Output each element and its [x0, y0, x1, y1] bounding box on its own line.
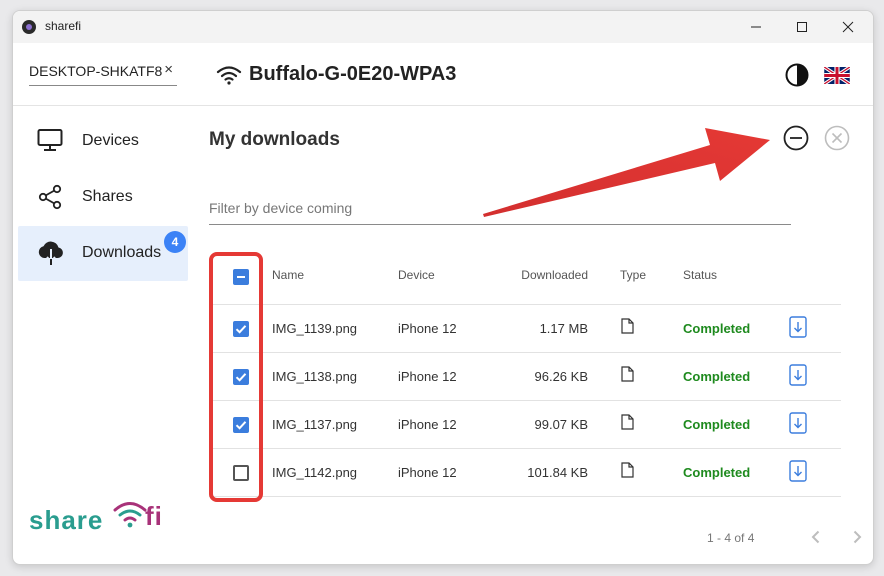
sidebar-item-devices[interactable]: Devices: [18, 114, 188, 169]
table-row: IMG_1138.png iPhone 12 96.26 KB Complete…: [209, 353, 841, 401]
open-download-icon[interactable]: [789, 316, 807, 338]
sidebar: Devices Shares Downloads 4 share fi: [13, 106, 193, 564]
column-header-status[interactable]: Status: [683, 268, 717, 282]
remove-selected-icon[interactable]: [783, 125, 809, 151]
uk-flag-icon[interactable]: [824, 67, 850, 84]
column-header-type[interactable]: Type: [620, 268, 646, 282]
file-device: iPhone 12: [398, 369, 457, 384]
file-downloaded-size: 96.26 KB: [534, 369, 589, 384]
sharefi-logo: share fi: [29, 501, 179, 541]
clear-device-icon[interactable]: ×: [164, 61, 173, 78]
logo-text-share: share: [29, 505, 104, 535]
file-type-icon: [621, 318, 634, 334]
maximize-button[interactable]: [779, 11, 825, 43]
file-status: Completed: [683, 369, 751, 384]
title-bar: sharefi: [13, 11, 873, 43]
top-bar: DESKTOP-SHKATF8 × Buffalo-G-0E20-WPA3: [13, 43, 873, 106]
table-row: IMG_1139.png iPhone 12 1.17 MB Completed: [209, 305, 841, 353]
file-status: Completed: [683, 417, 751, 432]
file-downloaded-size: 101.84 KB: [527, 465, 588, 480]
chevron-right-icon[interactable]: [848, 528, 866, 546]
checkbox-highlight-annotation: [209, 252, 263, 502]
device-name-value: DESKTOP-SHKATF8: [29, 63, 163, 79]
file-device: iPhone 12: [398, 321, 457, 336]
close-button[interactable]: [825, 11, 871, 43]
open-download-icon[interactable]: [789, 412, 807, 434]
file-name: IMG_1137.png: [272, 417, 358, 432]
chevron-left-icon[interactable]: [807, 528, 825, 546]
file-type-icon: [621, 462, 634, 478]
minimize-button[interactable]: [733, 11, 779, 43]
open-download-icon[interactable]: [789, 364, 807, 386]
wifi-icon: [216, 66, 242, 85]
sidebar-item-label: Shares: [82, 188, 133, 205]
file-status: Completed: [683, 465, 751, 480]
file-device: iPhone 12: [398, 465, 457, 480]
clear-all-icon[interactable]: [824, 125, 850, 151]
page-title: My downloads: [209, 129, 340, 150]
pagination-range: 1 - 4 of 4: [707, 531, 755, 545]
sidebar-item-downloads[interactable]: Downloads 4: [18, 226, 188, 281]
sidebar-item-shares[interactable]: Shares: [18, 170, 188, 225]
table-row: IMG_1142.png iPhone 12 101.84 KB Complet…: [209, 449, 841, 497]
open-download-icon[interactable]: [789, 460, 807, 482]
table-row: IMG_1137.png iPhone 12 99.07 KB Complete…: [209, 401, 841, 449]
close-icon: [842, 21, 854, 33]
file-name: IMG_1139.png: [272, 321, 358, 336]
downloads-count-badge: 4: [164, 231, 186, 253]
file-name: IMG_1138.png: [272, 369, 358, 384]
table-header: Name Device Downloaded Type Status: [209, 246, 841, 305]
maximize-icon: [797, 22, 807, 32]
file-downloaded-size: 1.17 MB: [539, 321, 588, 336]
device-name-field[interactable]: DESKTOP-SHKATF8 ×: [29, 61, 177, 86]
sidebar-item-label: Downloads: [82, 244, 162, 261]
window-title: sharefi: [45, 19, 82, 33]
column-header-device[interactable]: Device: [398, 268, 435, 282]
logo-text-fi: fi: [145, 501, 163, 531]
share-icon: [38, 184, 62, 210]
app-window: sharefi DESKTOP-SHKATF8 × Buffalo-G-0E20…: [12, 10, 874, 565]
file-name: IMG_1142.png: [272, 465, 358, 480]
sidebar-item-label: Devices: [82, 132, 139, 149]
minimize-icon: [751, 26, 761, 28]
file-type-icon: [621, 414, 634, 430]
cloud-download-icon: [38, 241, 63, 265]
sharefi-app-icon: [22, 20, 36, 34]
file-downloaded-size: 99.07 KB: [534, 417, 589, 432]
red-arrow-annotation: [483, 128, 770, 217]
theme-contrast-icon[interactable]: [785, 63, 809, 87]
column-header-downloaded[interactable]: Downloaded: [489, 268, 588, 282]
file-device: iPhone 12: [398, 417, 457, 432]
logo-wifi-icon: [113, 502, 147, 528]
monitor-icon: [37, 129, 63, 151]
column-header-name[interactable]: Name: [272, 268, 304, 282]
file-status: Completed: [683, 321, 751, 336]
network-name: Buffalo-G-0E20-WPA3: [249, 63, 457, 85]
file-type-icon: [621, 366, 634, 382]
